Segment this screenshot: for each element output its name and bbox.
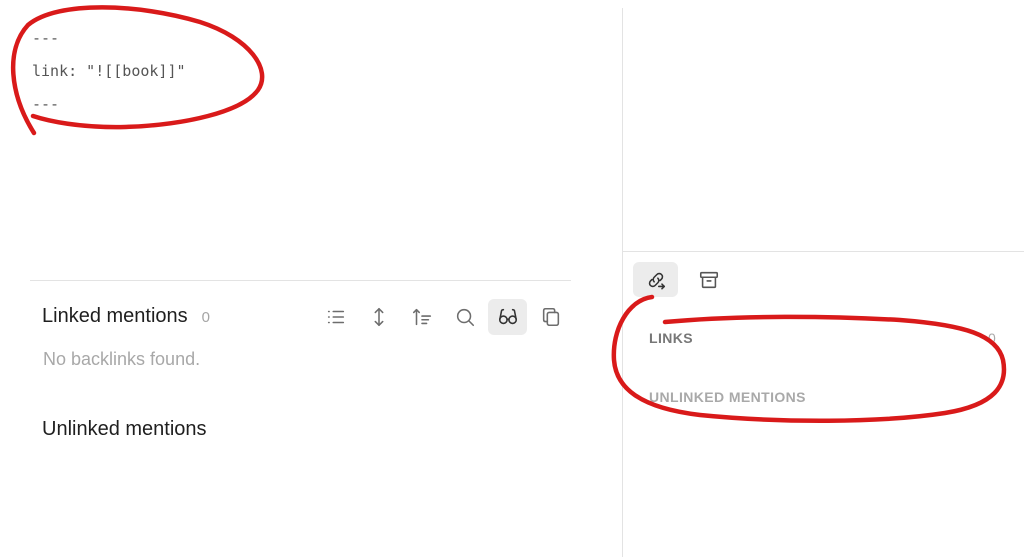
links-section-header[interactable]: LINKS: [649, 330, 693, 346]
no-backlinks-message: No backlinks found.: [43, 349, 201, 369]
list-icon[interactable]: [316, 299, 355, 335]
links-count: 0: [988, 330, 996, 346]
editor-pane: --- link: "![[book]]" --- Linked mention…: [0, 0, 622, 557]
frontmatter-link-property: link: "![[book]]": [32, 62, 186, 80]
linked-mentions-title: Linked mentions: [42, 305, 188, 327]
frontmatter-delimiter-start: ---: [32, 29, 60, 47]
archive-icon[interactable]: [686, 262, 731, 297]
outgoing-links-icon[interactable]: [633, 262, 678, 297]
search-icon[interactable]: [445, 299, 484, 335]
glasses-icon[interactable]: [488, 299, 527, 335]
linked-mentions-count: 0: [201, 309, 210, 326]
copy-icon[interactable]: [531, 299, 570, 335]
right-sidebar-separator: [623, 251, 1024, 252]
sort-icon[interactable]: [402, 299, 441, 335]
right-sidebar-tabs: [633, 262, 731, 297]
backlinks-separator: [30, 280, 571, 281]
expand-vertical-icon[interactable]: [359, 299, 398, 335]
unlinked-mentions-title[interactable]: Unlinked mentions: [42, 418, 207, 441]
frontmatter-delimiter-end: ---: [32, 95, 60, 113]
right-sidebar: LINKS 0 UNLINKED MENTIONS: [623, 0, 1024, 557]
unlinked-mentions-section-header[interactable]: UNLINKED MENTIONS: [649, 389, 806, 405]
backlinks-toolbar: [316, 299, 570, 335]
frontmatter-block[interactable]: --- link: "![[book]]" ---: [32, 22, 186, 121]
linked-mentions-header[interactable]: Linked mentions 0: [42, 305, 210, 328]
